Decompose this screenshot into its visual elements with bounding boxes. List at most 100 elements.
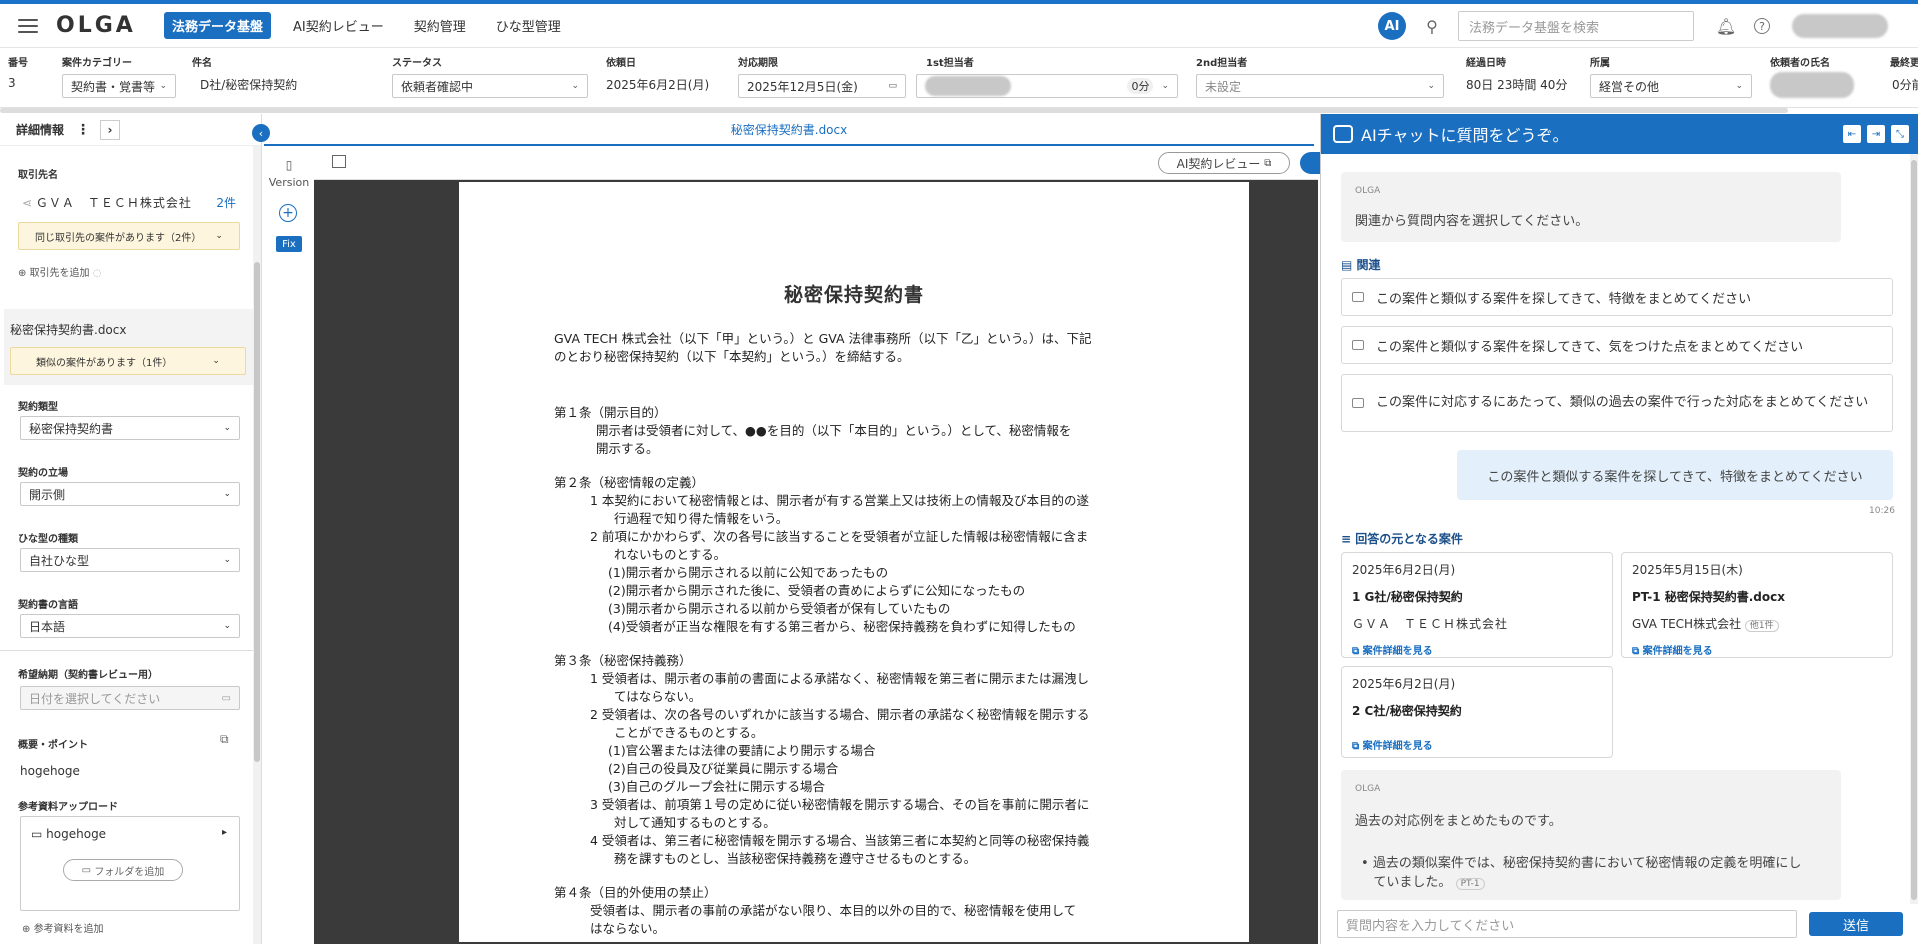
primary-action-button[interactable]	[1300, 152, 1322, 174]
similar-notice[interactable]: 類似の案件があります（1件） ⌄	[10, 347, 246, 375]
add-icon[interactable]: +	[279, 204, 297, 222]
suggestion-2-text: この案件と類似する案件を探してきて、気をつけた点をまとめてください	[1376, 339, 1804, 355]
help-icon[interactable]: ?	[1754, 18, 1770, 34]
contract-type-label: 契約類型	[18, 402, 58, 413]
search-input[interactable]: 法務データ基盤を検索	[1458, 11, 1694, 41]
first-assignee-avatar	[925, 76, 1011, 96]
position-select[interactable]: 開示側 ⌄	[20, 482, 240, 506]
add-reference-link[interactable]: ⊕ 参考資料を追加	[22, 920, 104, 935]
version-icon[interactable]: ▯	[264, 158, 314, 172]
copy-icon[interactable]: ⧉	[220, 732, 229, 747]
add-reference-text: 参考資料を追加	[33, 924, 104, 935]
minimize-icon[interactable]: ⤡	[1891, 125, 1909, 143]
tab-template-management[interactable]: ひな型管理	[488, 12, 569, 39]
source-card-3[interactable]: 2025年6月2日(月) 2 C社/秘密保持契約 ⧉ 案件詳細を見る	[1341, 666, 1613, 758]
chat-icon	[1352, 340, 1364, 350]
answer-tag[interactable]: PT-1	[1455, 878, 1485, 890]
due-label: 希望納期（契約書レビュー用）	[18, 670, 158, 681]
chevron-down-icon: ⌄	[215, 231, 223, 241]
chat-scrollbar[interactable]	[1910, 154, 1918, 904]
fix-button[interactable]: Fix	[276, 236, 302, 252]
document-line: 第１条（開示目的）	[554, 405, 667, 420]
detail-panel-title: 詳細情報	[16, 123, 65, 137]
case-name[interactable]: D社/秘密保持契約	[200, 76, 297, 93]
ai-assistant-button[interactable]: AI	[1378, 12, 1406, 40]
card-date: 2025年5月15日(木)	[1632, 563, 1743, 577]
menu-icon[interactable]	[18, 18, 38, 33]
document-line: (1)官公署または法律の要請により開示する場合	[608, 743, 876, 758]
language-label: 契約書の言語	[18, 600, 78, 611]
summary-label: 概要・ポイント	[18, 740, 88, 751]
due-date-picker[interactable]: 日付を選択してください ▭	[20, 686, 240, 710]
calendar-icon: ▭	[888, 81, 897, 91]
horizontal-scrollbar[interactable]	[0, 108, 1788, 113]
user-avatar[interactable]	[1792, 14, 1888, 38]
source-card-1[interactable]: 2025年6月2日(月) 1 G社/秘密保持契約 ＧＶＡ ＴＥＣＨ株式会社 ⧉ …	[1341, 552, 1613, 658]
document-name[interactable]: 秘密保持契約書.docx	[10, 321, 126, 338]
tab-ai-review[interactable]: AI契約レビュー	[285, 12, 392, 39]
list-icon: ≡	[1341, 532, 1352, 546]
deadline-picker[interactable]: 2025年12月5日(金) ▭	[738, 74, 906, 98]
document-line: 4 受領者は、第三者に秘密情報を開示する場合、当該第三者に本契約と同等の秘密保持…	[590, 833, 1090, 848]
chat-input[interactable]: 質問内容を入力してください	[1337, 910, 1797, 938]
tab-contract-management[interactable]: 契約管理	[406, 12, 474, 39]
add-partner-text: 取引先を追加	[29, 268, 90, 279]
elapsed-time: 80日 23時間 40分	[1466, 78, 1568, 92]
card-company: ＧＶＡ ＴＥＣＨ株式会社	[1352, 617, 1509, 631]
second-assignee-select[interactable]: 未設定 ⌄	[1196, 74, 1444, 98]
card-link[interactable]: ⧉ 案件詳細を見る	[1352, 642, 1602, 657]
suggestion-1[interactable]: この案件と類似する案件を探してきて、特徴をまとめてください	[1341, 278, 1893, 316]
expand-icon[interactable]: ›	[100, 119, 121, 140]
related-heading: ▤ 関連	[1341, 256, 1381, 273]
source-card-2[interactable]: 2025年5月15日(木) PT-1 秘密保持契約書.docx GVA TECH…	[1621, 552, 1893, 658]
card-link[interactable]: ⧉ 案件詳細を見る	[1632, 642, 1882, 657]
ai-review-label: AI契約レビュー	[1176, 156, 1261, 171]
document-viewer: AI契約レビュー ⧉ 秘密保持契約書 GVA TECH 株式会社（以下「甲」とい…	[314, 146, 1322, 944]
status-select[interactable]: 依頼者確認中 ⌄	[392, 74, 588, 98]
template-value: 自社ひな型	[29, 553, 90, 568]
template-select[interactable]: 自社ひな型 ⌄	[20, 548, 240, 572]
send-button[interactable]: 送信	[1809, 912, 1903, 936]
calendar-icon: ▭	[221, 692, 231, 704]
add-folder-button[interactable]: ▭ フォルダを追加	[63, 859, 183, 881]
app-logo[interactable]: OLGA	[56, 13, 136, 38]
language-select[interactable]: 日本語 ⌄	[20, 614, 240, 638]
suggestion-3[interactable]: この案件に対応するにあたって、類似の過去の案件で行った対応をまとめてください	[1341, 374, 1893, 432]
answer-bullet: • 過去の類似案件では、秘密保持契約書において秘密情報の定義を明確にし ていまし…	[1361, 856, 1802, 890]
document-page[interactable]: 秘密保持契約書 GVA TECH 株式会社（以下「甲」という。）と GVA 法律…	[459, 182, 1249, 942]
position-value: 開示側	[29, 487, 66, 502]
document-line: 3 受領者は、前項第１号の定めに従い秘密情報を開示する場合、その旨を事前に開示者…	[590, 797, 1090, 812]
chat-header: AIチャットに質問をどうぞ。 ⇤ ⇥ ⤡	[1321, 114, 1918, 154]
bell-icon[interactable]: 🔔︎	[1716, 16, 1736, 36]
suggestion-2[interactable]: この案件と類似する案件を探してきて、気をつけた点をまとめてください	[1341, 326, 1893, 364]
document-tab[interactable]: 秘密保持契約書.docx	[731, 121, 847, 138]
case-info-row: 番号 3 案件カテゴリー 契約書・覚書等 ⌄ 件名 D社/秘密保持契約 ステータス…	[0, 48, 1918, 108]
sidebar-toggle-icon[interactable]	[332, 155, 346, 168]
contract-type-select[interactable]: 秘密保持契約書 ⌄	[20, 416, 240, 440]
divider	[0, 650, 254, 651]
reference-folder-name: hogehoge	[46, 827, 107, 841]
collapse-left-icon[interactable]: ⇤	[1843, 125, 1861, 143]
add-partner-link[interactable]: ⊕ 取引先を追加 ◌	[18, 264, 101, 279]
more-icon[interactable]: ⋮	[76, 122, 90, 138]
template-label: ひな型の種類	[18, 534, 78, 545]
requester-label: 依頼者の氏名	[1770, 58, 1830, 69]
reference-folder[interactable]: ▭ hogehoge ▸	[31, 827, 227, 841]
card-link[interactable]: ⧉ 案件詳細を見る	[1352, 737, 1602, 752]
collapse-right-icon[interactable]: ⇥	[1867, 125, 1885, 143]
elapsed-label: 経過日時	[1466, 58, 1506, 69]
partner-count-link[interactable]: 2件	[216, 194, 236, 211]
tab-legal-data[interactable]: 法務データ基盤	[164, 12, 272, 39]
document-line: 開示する。	[596, 441, 659, 456]
ai-review-button[interactable]: AI契約レビュー ⧉	[1158, 152, 1290, 174]
person-search-icon[interactable]: ⚲	[1422, 16, 1442, 36]
version-label[interactable]: Version	[264, 176, 314, 189]
detail-panel-scrollbar[interactable]	[253, 146, 261, 944]
category-select[interactable]: 契約書・覚書等 ⌄	[62, 74, 176, 98]
first-assignee-select[interactable]: 0分 ⌄	[916, 74, 1178, 98]
dept-select[interactable]: 経営その他 ⌄	[1590, 74, 1752, 98]
deadline-label: 対応期限	[738, 58, 778, 69]
sources-label: 回答の元となる案件	[1355, 532, 1463, 546]
partner-notice[interactable]: 同じ取引先の案件があります（2件） ⌄	[18, 222, 240, 250]
request-date: 2025年6月2日(月)	[606, 78, 710, 92]
